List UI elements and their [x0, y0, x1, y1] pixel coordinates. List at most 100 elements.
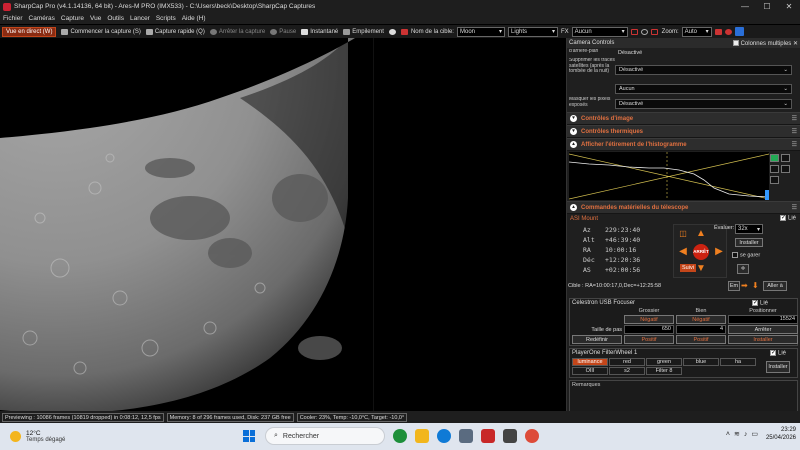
histogram-auto-button[interactable] — [770, 154, 779, 162]
maximize-button[interactable]: ☐ — [756, 0, 778, 13]
filter-button-luminance[interactable]: luminance — [572, 358, 608, 366]
filterwheel-linked-toggle[interactable]: Lié — [770, 349, 786, 357]
filter-button-ha[interactable]: ha — [720, 358, 756, 366]
fine-positive-button[interactable]: Positif — [676, 335, 726, 344]
windows-start-icon[interactable] — [243, 430, 255, 442]
color-picker-icon[interactable] — [724, 28, 732, 35]
close-icon[interactable]: ✕ — [793, 41, 798, 47]
focuser-setup-button[interactable]: Installer — [728, 335, 798, 344]
file-explorer-icon[interactable] — [415, 429, 429, 443]
stack-button[interactable]: Empilement — [343, 28, 384, 35]
stop-capture-button[interactable]: Arrêter la capture — [209, 28, 265, 35]
flip-button[interactable]: ✛ — [737, 264, 749, 274]
slew-east-button[interactable]: ▶ — [713, 246, 725, 258]
menu-fichier[interactable]: Fichier — [3, 15, 23, 22]
fx-select[interactable]: Aucun ▾ — [571, 26, 628, 37]
live-view-area[interactable] — [0, 38, 565, 411]
weather-widget[interactable]: 12°C Temps dégagé — [0, 430, 120, 443]
filterwheel-setup-button[interactable]: Installer — [766, 361, 790, 373]
drag-handle-icon[interactable]: ☰ — [792, 128, 797, 135]
edge-icon[interactable] — [437, 429, 451, 443]
histogram-lock-button[interactable] — [781, 165, 790, 173]
app-icon[interactable] — [503, 429, 517, 443]
control-value[interactable]: Désactivé — [615, 48, 792, 58]
overlay-icon[interactable] — [714, 28, 722, 35]
focuser-linked-toggle[interactable]: Lié — [752, 299, 768, 307]
filter-button-red[interactable]: red — [609, 358, 645, 366]
histogram-panel[interactable] — [569, 152, 798, 200]
clock[interactable]: 23:29 25/04/2026 — [766, 426, 796, 442]
histogram-section[interactable]: ▴ Afficher l'étirement de l'histogramme ☰ — [567, 138, 800, 151]
menu-outils[interactable]: Outils — [107, 15, 124, 22]
remarks-box[interactable]: Remarques — [569, 380, 798, 411]
goto-button[interactable]: Aller à — [763, 281, 787, 291]
snapshot-button[interactable]: Instantané — [301, 28, 338, 35]
start-capture-button[interactable]: Commencer la capture (S) — [61, 28, 141, 35]
arrow-down-icon[interactable]: ⬇ — [752, 281, 759, 290]
slew-north-button[interactable]: ▲ — [695, 228, 707, 240]
volume-icon[interactable]: ♪ — [744, 431, 748, 438]
coarse-negative-button[interactable]: Négatif — [624, 315, 674, 324]
filter-button-s2[interactable]: s2 — [609, 367, 645, 375]
chevron-up-icon[interactable]: ˄ — [726, 431, 730, 438]
app-icon[interactable] — [393, 429, 407, 443]
filter-button-oiii[interactable]: OIII — [572, 367, 608, 375]
pen-icon[interactable] — [734, 27, 744, 36]
quick-capture-button[interactable]: Capture rapide (Q) — [145, 28, 205, 35]
control-select[interactable]: Désactivé ⌄ — [615, 99, 792, 109]
slew-west-button[interactable]: ◀ — [677, 246, 689, 258]
menu-capture[interactable]: Capture — [61, 15, 84, 22]
coarse-positive-button[interactable]: Positif — [624, 335, 674, 344]
control-select[interactable]: Désactivé ⌄ — [615, 65, 792, 75]
menu-scripts[interactable]: Scripts — [156, 15, 176, 22]
park-toggle[interactable]: se garer — [732, 252, 760, 258]
fine-step-input[interactable]: 4 — [676, 325, 726, 334]
thermal-controls-section[interactable]: ▾ Contrôles thermiques ☰ — [567, 125, 800, 138]
wifi-icon[interactable]: ≋ — [734, 430, 740, 438]
drag-handle-icon[interactable]: ☰ — [792, 141, 797, 148]
filter-button-green[interactable]: green — [646, 358, 682, 366]
control-select[interactable]: Aucun ⌄ — [615, 84, 792, 94]
battery-icon[interactable]: ▭ — [751, 430, 758, 438]
menu-vue[interactable]: Vue — [90, 15, 101, 22]
fine-negative-button[interactable]: Négatif — [676, 315, 726, 324]
focuser-stop-button[interactable]: Arrêter — [728, 325, 798, 334]
pause-button[interactable]: Pause — [270, 28, 296, 35]
multi-columns-toggle[interactable]: Colonnes multiples ✕ — [732, 39, 798, 47]
mount-setup-button[interactable]: Installer — [735, 238, 763, 247]
image-controls-section[interactable]: ▾ Contrôles d'image ☰ — [567, 112, 800, 125]
menu-aide[interactable]: Aide (H) — [182, 15, 206, 22]
zoom-select[interactable]: Auto ▾ — [681, 26, 712, 37]
mount-linked-toggle[interactable]: Lié — [779, 214, 796, 222]
histogram-reset-button[interactable] — [770, 176, 779, 184]
em-button[interactable]: Em — [728, 281, 740, 291]
menu-cameras[interactable]: Caméras — [29, 15, 55, 22]
menu-lancer[interactable]: Lancer — [130, 15, 150, 22]
store-icon[interactable] — [459, 429, 473, 443]
stop-slew-button[interactable]: ARRÊT — [693, 244, 709, 260]
live-view-button[interactable]: Vue en direct (W) — [2, 26, 57, 37]
slew-south-button[interactable]: ▼ — [695, 263, 707, 275]
grid-icon[interactable] — [650, 28, 658, 35]
drag-handle-icon[interactable]: ☰ — [792, 204, 797, 211]
frame-type-select[interactable]: Lights ▾ — [507, 26, 558, 37]
coarse-step-input[interactable]: 650 — [624, 325, 674, 334]
arrow-right-icon[interactable]: ➡ — [741, 281, 748, 290]
sharpcap-taskbar-icon[interactable] — [481, 429, 495, 443]
close-button[interactable]: ✕ — [778, 0, 800, 13]
tracking-button[interactable]: Suivi — [680, 264, 696, 272]
histogram-lightning-button[interactable] — [770, 165, 779, 173]
record-icon[interactable] — [388, 28, 396, 35]
telescope-section[interactable]: ▴ Commandes matérielles du télescope ☰ — [567, 201, 800, 214]
focuser-reset-button[interactable]: Redéfinir — [572, 335, 622, 344]
minimize-button[interactable]: — — [734, 0, 756, 13]
spiral-icon[interactable]: ◫ — [677, 228, 689, 240]
filter-button-8[interactable]: Filter 8 — [646, 367, 682, 375]
focus-icon[interactable] — [640, 28, 648, 35]
rate-select[interactable]: 32x ▾ — [735, 224, 763, 234]
chrome-icon[interactable] — [525, 429, 539, 443]
taskbar-search[interactable]: ⌕ Rechercher — [265, 427, 385, 445]
reticle-icon[interactable] — [630, 28, 638, 35]
histogram-contrast-button[interactable] — [781, 154, 790, 162]
drag-handle-icon[interactable]: ☰ — [792, 115, 797, 122]
